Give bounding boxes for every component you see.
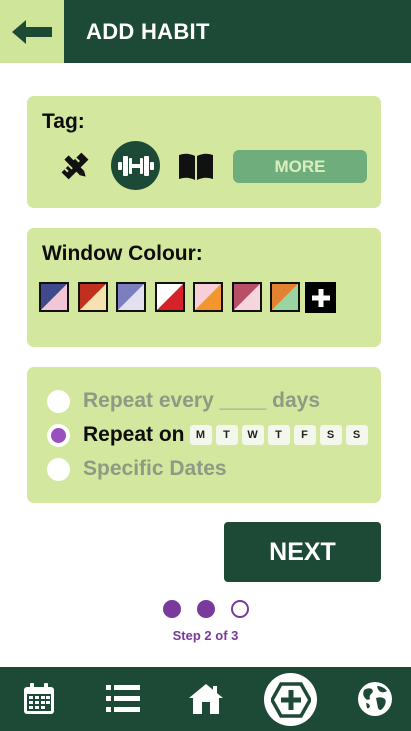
repeat-on-label: Repeat on [83,423,185,446]
globe-icon[interactable] [355,679,395,719]
step-text: Step 2 of 3 [172,628,239,643]
add-habit-screen: ADD HABIT Tag: MORE Window Colour: Repea… [0,0,411,731]
home-icon[interactable] [186,679,226,719]
repeat-on-radio[interactable] [47,423,70,447]
colour-swatch[interactable] [270,282,300,312]
list-icon[interactable] [103,679,143,719]
specific-dates-option[interactable]: Specific Dates [47,457,227,481]
plus-icon [311,288,330,307]
step-indicator [163,600,265,618]
specific-dates-label: Specific Dates [83,457,227,480]
step-dot-3 [231,600,249,618]
bottom-nav [0,667,411,731]
weekday-chip[interactable]: T [267,425,290,445]
step-dot-1 [163,600,181,618]
add-habit-icon [270,681,311,718]
repeat-card: Repeat every ____ days Repeat on MTWTFSS… [27,367,381,503]
repeat-every-label: Repeat every ____ days [83,389,320,412]
top-bar: ADD HABIT [0,0,411,63]
add-colour-button[interactable] [305,282,336,313]
weekday-chip[interactable]: T [215,425,238,445]
tag-card: Tag: MORE [27,96,381,208]
colour-swatch[interactable] [154,282,185,312]
specific-dates-radio[interactable] [47,457,70,481]
next-button[interactable]: NEXT [224,522,381,582]
weekday-chip[interactable]: F [293,425,316,445]
colour-swatch[interactable] [231,282,262,312]
book-icon[interactable] [176,150,216,182]
colour-swatch[interactable] [193,282,223,312]
weekday-chip[interactable]: M [189,425,212,445]
colour-swatch[interactable] [77,282,108,312]
colour-swatch[interactable] [116,282,146,312]
weekday-chip[interactable]: W [241,425,264,445]
repeat-every-radio[interactable] [47,389,70,413]
back-button[interactable] [0,0,64,63]
page-title: ADD HABIT [86,19,210,44]
arrow-left-icon [12,19,52,44]
colour-heading: Window Colour: [42,242,203,265]
weekday-chip[interactable]: S [345,425,368,445]
add-habit-nav-button[interactable] [264,673,317,726]
tag-heading: Tag: [42,110,85,133]
calendar-icon[interactable] [19,679,59,719]
pencil-ruler-icon[interactable] [57,148,93,184]
dumbbell-icon[interactable] [111,141,160,190]
step-dot-2 [197,600,215,618]
window-colour-card: Window Colour: [27,228,381,347]
repeat-on-option[interactable]: Repeat on MTWTFSS [47,423,372,447]
colour-swatch[interactable] [39,282,69,312]
weekday-chip[interactable]: S [319,425,342,445]
more-tags-button[interactable]: MORE [233,150,367,183]
weekday-selector: MTWTFSS [189,425,372,445]
repeat-every-option[interactable]: Repeat every ____ days [47,389,320,413]
